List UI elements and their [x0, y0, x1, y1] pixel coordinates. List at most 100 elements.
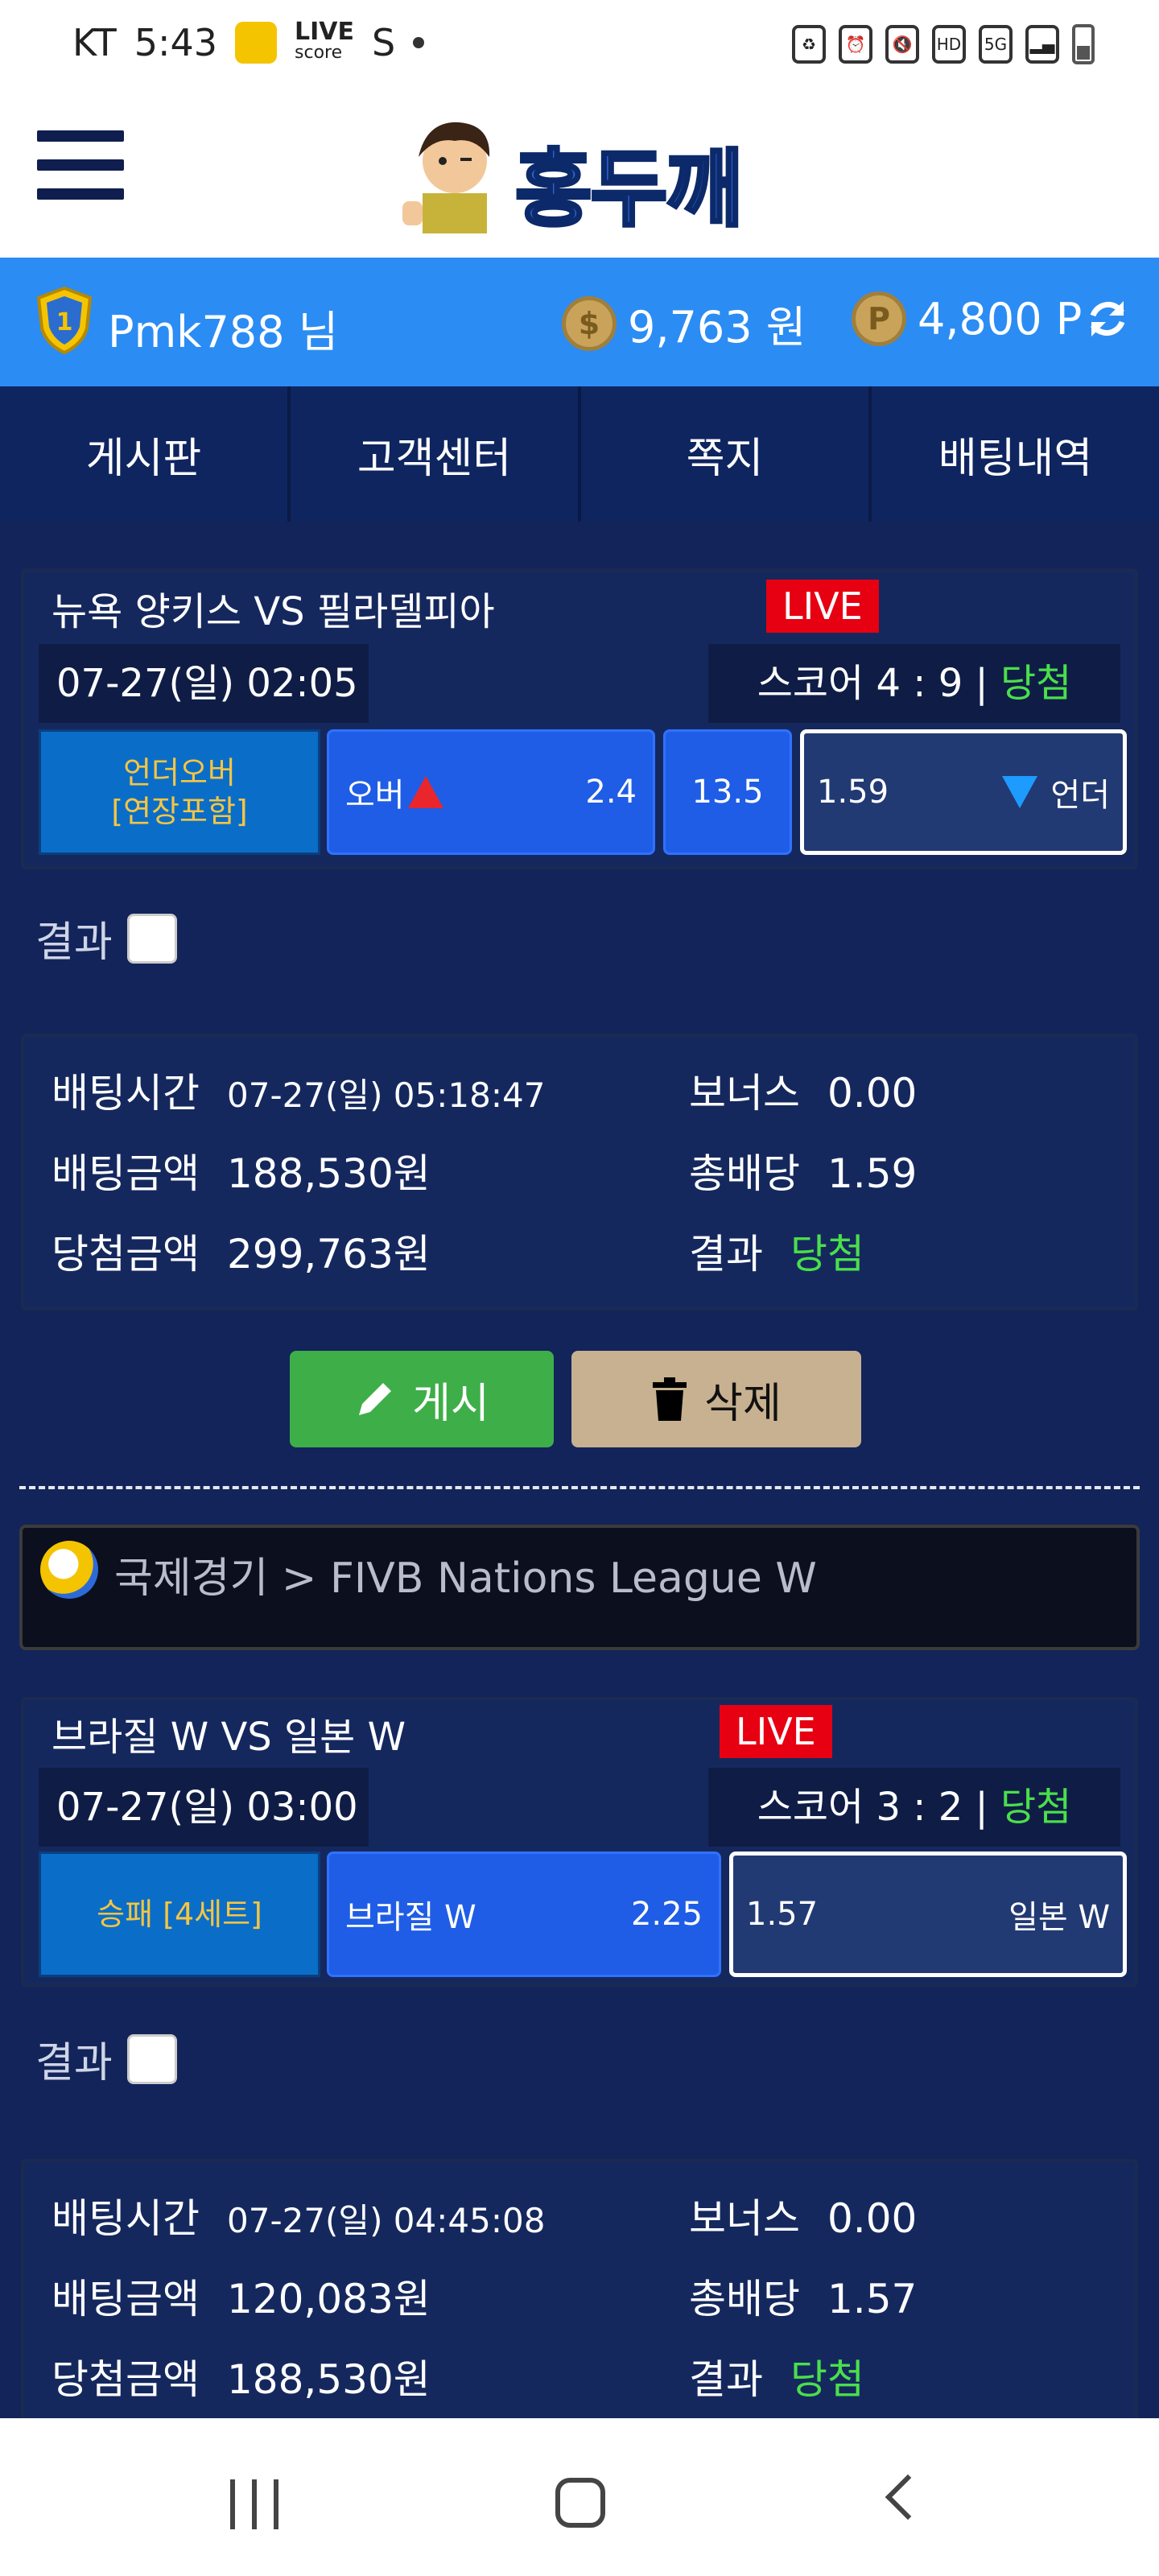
result-label: 결과 — [35, 919, 113, 967]
menu-icon[interactable] — [37, 130, 124, 208]
post-button[interactable]: 게시 — [290, 1351, 554, 1447]
score-box: 스코어 4 : 9 | 당첨 — [708, 644, 1120, 723]
bet-card: 브라질 W VS 일본 W LIVE 07-27(일) 03:00 스코어 3 … — [21, 1697, 1138, 1987]
away-odds: 1.57 — [746, 1896, 819, 1933]
under-odds: 1.59 — [817, 774, 889, 811]
back-icon[interactable] — [885, 2474, 931, 2520]
points-balance: P 4,800 P — [852, 291, 1082, 346]
recent-apps-icon[interactable] — [230, 2479, 278, 2529]
money-amount: 9,763 원 — [628, 302, 806, 353]
money-coin-icon: $ — [562, 295, 617, 351]
total-odds-line: 총배당 1.59 — [689, 1150, 918, 1197]
pencil-icon — [359, 1383, 392, 1415]
bet-history-content: 뉴욕 양키스 VS 필라델피아 LIVE 07-27(일) 02:05 스코어 … — [0, 522, 1159, 2418]
trash-icon — [653, 1377, 687, 1421]
points-coin-icon: P — [852, 291, 906, 346]
under-button-selected[interactable]: 1.59 언더 — [800, 729, 1127, 855]
clock: 5:43 — [134, 21, 218, 64]
score-result: 당첨 — [1000, 661, 1072, 706]
result-checkbox[interactable] — [126, 2033, 177, 2084]
bet-amount-line: 배팅금액 120,083원 — [52, 2276, 431, 2322]
battery-icon — [1072, 24, 1095, 64]
logo[interactable]: 홍두깨 — [394, 113, 765, 240]
result-label: 결과 — [35, 2039, 113, 2087]
status-right: ♻ ⏰ 🔇 HD 5G ▂▄ — [792, 24, 1095, 64]
carrier: KT — [72, 21, 117, 64]
bonus-line: 보너스 0.00 — [689, 2195, 918, 2242]
bet-type: 언더오버 [연장포함] — [39, 729, 320, 855]
result-filter: 결과 — [35, 908, 177, 968]
bet-amount-line: 배팅금액 188,530원 — [52, 1150, 431, 1197]
alarm-icon: ⏰ — [839, 25, 872, 64]
total-odds-line: 총배당 1.57 — [689, 2276, 918, 2322]
live-badge: LIVE — [720, 1705, 832, 1758]
score-box: 스코어 3 : 2 | 당첨 — [708, 1768, 1120, 1847]
down-arrow-icon — [1002, 776, 1038, 808]
bet-time-line: 배팅시간 07-27(일) 05:18:47 — [52, 1070, 546, 1117]
up-arrow-icon — [407, 776, 443, 808]
nav-customer-center[interactable]: 고객센터 — [291, 386, 581, 522]
points-amount: 4,800 P — [918, 293, 1083, 345]
home-button[interactable]: 브라질 W 2.25 — [327, 1852, 721, 1977]
over-label: 오버 — [345, 777, 405, 814]
match-teams: 뉴욕 양키스 VS 필라델피아 — [52, 589, 495, 634]
match-teams: 브라질 W VS 일본 W — [52, 1715, 406, 1760]
header: 홍두깨 — [0, 97, 1159, 258]
mascot-icon — [402, 122, 490, 233]
nav-bet-history[interactable]: 배팅내역 — [872, 386, 1159, 522]
home-odds: 2.25 — [630, 1896, 703, 1933]
match-date: 07-27(일) 03:00 — [39, 1768, 369, 1847]
bet-type: 승패 [4세트] — [39, 1852, 320, 1977]
level-shield-icon: 1 — [36, 287, 93, 354]
match-date: 07-27(일) 02:05 — [39, 644, 369, 723]
username: Pmk788 님 — [108, 307, 339, 357]
bonus-line: 보너스 0.00 — [689, 1070, 918, 1117]
home-label: 브라질 W — [345, 1899, 476, 1936]
league-header[interactable]: 국제경기 > FIVB Nations League W — [19, 1525, 1140, 1650]
logo-text: 홍두깨 — [514, 138, 744, 240]
league-name: 국제경기 > FIVB Nations League W — [114, 1554, 817, 1603]
live-badge: LIVE — [766, 580, 879, 633]
volleyball-icon — [40, 1541, 98, 1599]
over-odds: 2.4 — [585, 774, 637, 811]
notification-dot-icon — [413, 37, 425, 48]
refresh-icon[interactable] — [1085, 296, 1130, 341]
bet-info-box: 배팅시간 07-27(일) 04:45:08 배팅금액 120,083원 당첨금액 1… — [21, 2159, 1138, 2418]
user-bar: 1 Pmk788 님 $ 9,763 원 P 4,800 P — [0, 258, 1159, 386]
status-bar: KT 5:43 LIVE score S ♻ ⏰ 🔇 HD 5G ▂▄ — [0, 0, 1159, 97]
nav-messages[interactable]: 쪽지 — [581, 386, 872, 522]
result-line: 결과 당첨 — [689, 1231, 864, 1278]
s-app-icon: S — [372, 21, 396, 64]
win-amount-line: 당첨금액 299,763원 — [52, 1231, 431, 1278]
result-checkbox[interactable] — [126, 913, 177, 964]
mute-icon: 🔇 — [885, 25, 919, 64]
5g-icon: 5G — [979, 25, 1013, 64]
nav-board[interactable]: 게시판 — [0, 386, 291, 522]
recycle-icon: ♻ — [792, 25, 826, 64]
money-balance: $ 9,763 원 — [562, 291, 806, 355]
score-result: 당첨 — [1000, 1785, 1072, 1830]
score-text: 스코어 3 : 2 | — [757, 1785, 988, 1830]
divider — [19, 1486, 1140, 1489]
svg-text:1: 1 — [56, 308, 73, 336]
home-icon[interactable] — [555, 2478, 605, 2528]
sports-app-icon — [235, 22, 278, 64]
system-nav-bar — [0, 2418, 1159, 2576]
bet-card: 뉴욕 양키스 VS 필라델피아 LIVE 07-27(일) 02:05 스코어 … — [21, 568, 1138, 869]
hd-icon: HD — [932, 25, 966, 64]
under-label: 언더 — [1050, 777, 1110, 814]
result-line: 결과 당첨 — [689, 2356, 864, 2403]
score-text: 스코어 4 : 9 | — [757, 661, 988, 706]
result-filter: 결과 — [35, 2029, 177, 2089]
away-label: 일본 W — [1008, 1899, 1110, 1936]
status-left: KT 5:43 LIVE score S — [72, 18, 425, 64]
livescore-icon: LIVE score — [295, 18, 355, 64]
over-button[interactable]: 오버 2.4 — [327, 729, 655, 855]
handicap-value: 13.5 — [663, 729, 792, 855]
win-amount-line: 당첨금액 188,530원 — [52, 2356, 431, 2403]
away-button-selected[interactable]: 1.57 일본 W — [729, 1852, 1127, 1977]
signal-icon: ▂▄ — [1025, 25, 1059, 64]
bet-time-line: 배팅시간 07-27(일) 04:45:08 — [52, 2195, 546, 2242]
main-nav: 게시판 고객센터 쪽지 배팅내역 — [0, 386, 1159, 522]
delete-button[interactable]: 삭제 — [571, 1351, 861, 1447]
